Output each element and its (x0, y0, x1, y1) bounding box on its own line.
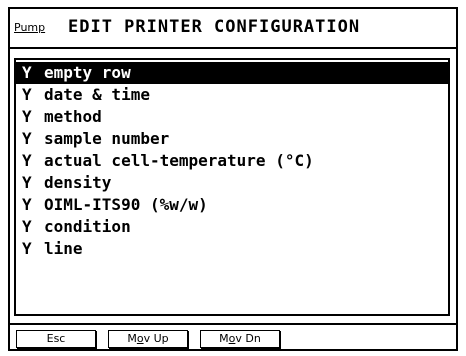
title-bar: Pump EDIT PRINTER CONFIGURATION (10, 9, 456, 49)
move-up-label-suffix: v Up (143, 332, 169, 345)
enabled-flag[interactable]: Y (22, 62, 44, 84)
printer-config-screen: Pump EDIT PRINTER CONFIGURATION Yempty r… (0, 0, 466, 356)
list-item-label: actual cell-temperature (°C) (44, 151, 314, 170)
page-title: EDIT PRINTER CONFIGURATION (68, 17, 361, 37)
list-item-label: OIML-ITS90 (%w/w) (44, 195, 208, 214)
list-item-date-time[interactable]: Ydate & time (16, 84, 448, 106)
enabled-flag[interactable]: Y (22, 128, 44, 150)
list-item-line[interactable]: Yline (16, 238, 448, 260)
config-item-list[interactable]: Yempty row Ydate & time Ymethod Ysample … (14, 58, 450, 316)
list-item-label: date & time (44, 85, 150, 104)
list-item-condition[interactable]: Ycondition (16, 216, 448, 238)
move-down-button[interactable]: Mov Dn (200, 330, 280, 348)
list-item-cell-temperature[interactable]: Yactual cell-temperature (°C) (16, 150, 448, 172)
list-item-label: line (44, 239, 83, 258)
main-frame: Pump EDIT PRINTER CONFIGURATION Yempty r… (8, 7, 458, 351)
pump-mode-label[interactable]: Pump (14, 21, 45, 34)
enabled-flag[interactable]: Y (22, 172, 44, 194)
enabled-flag[interactable]: Y (22, 150, 44, 172)
list-item-density[interactable]: Ydensity (16, 172, 448, 194)
enabled-flag[interactable]: Y (22, 216, 44, 238)
list-item-label: sample number (44, 129, 170, 148)
esc-button-label: Esc (46, 332, 66, 345)
move-down-label-suffix: v Dn (235, 332, 261, 345)
list-item-label: method (44, 107, 102, 126)
list-item-label: empty row (44, 63, 131, 82)
list-item-empty-row[interactable]: Yempty row (16, 62, 448, 84)
move-up-hotkey: o (136, 332, 144, 345)
move-up-label-prefix: M (127, 332, 137, 345)
list-item-label: density (44, 173, 112, 192)
esc-button[interactable]: Esc (16, 330, 96, 348)
list-item-label: condition (44, 217, 131, 236)
list-item-method[interactable]: Ymethod (16, 106, 448, 128)
enabled-flag[interactable]: Y (22, 194, 44, 216)
list-item-oiml-its90[interactable]: Y OIML-ITS90 (%w/w) (16, 194, 448, 216)
enabled-flag[interactable]: Y (22, 84, 44, 106)
move-up-button[interactable]: Mov Up (108, 330, 188, 348)
list-item-sample-number[interactable]: Ysample number (16, 128, 448, 150)
softkey-bar: Esc Mov Up Mov Dn (10, 323, 456, 349)
move-down-label-prefix: M (219, 332, 229, 345)
enabled-flag[interactable]: Y (22, 106, 44, 128)
enabled-flag[interactable]: Y (22, 238, 44, 260)
